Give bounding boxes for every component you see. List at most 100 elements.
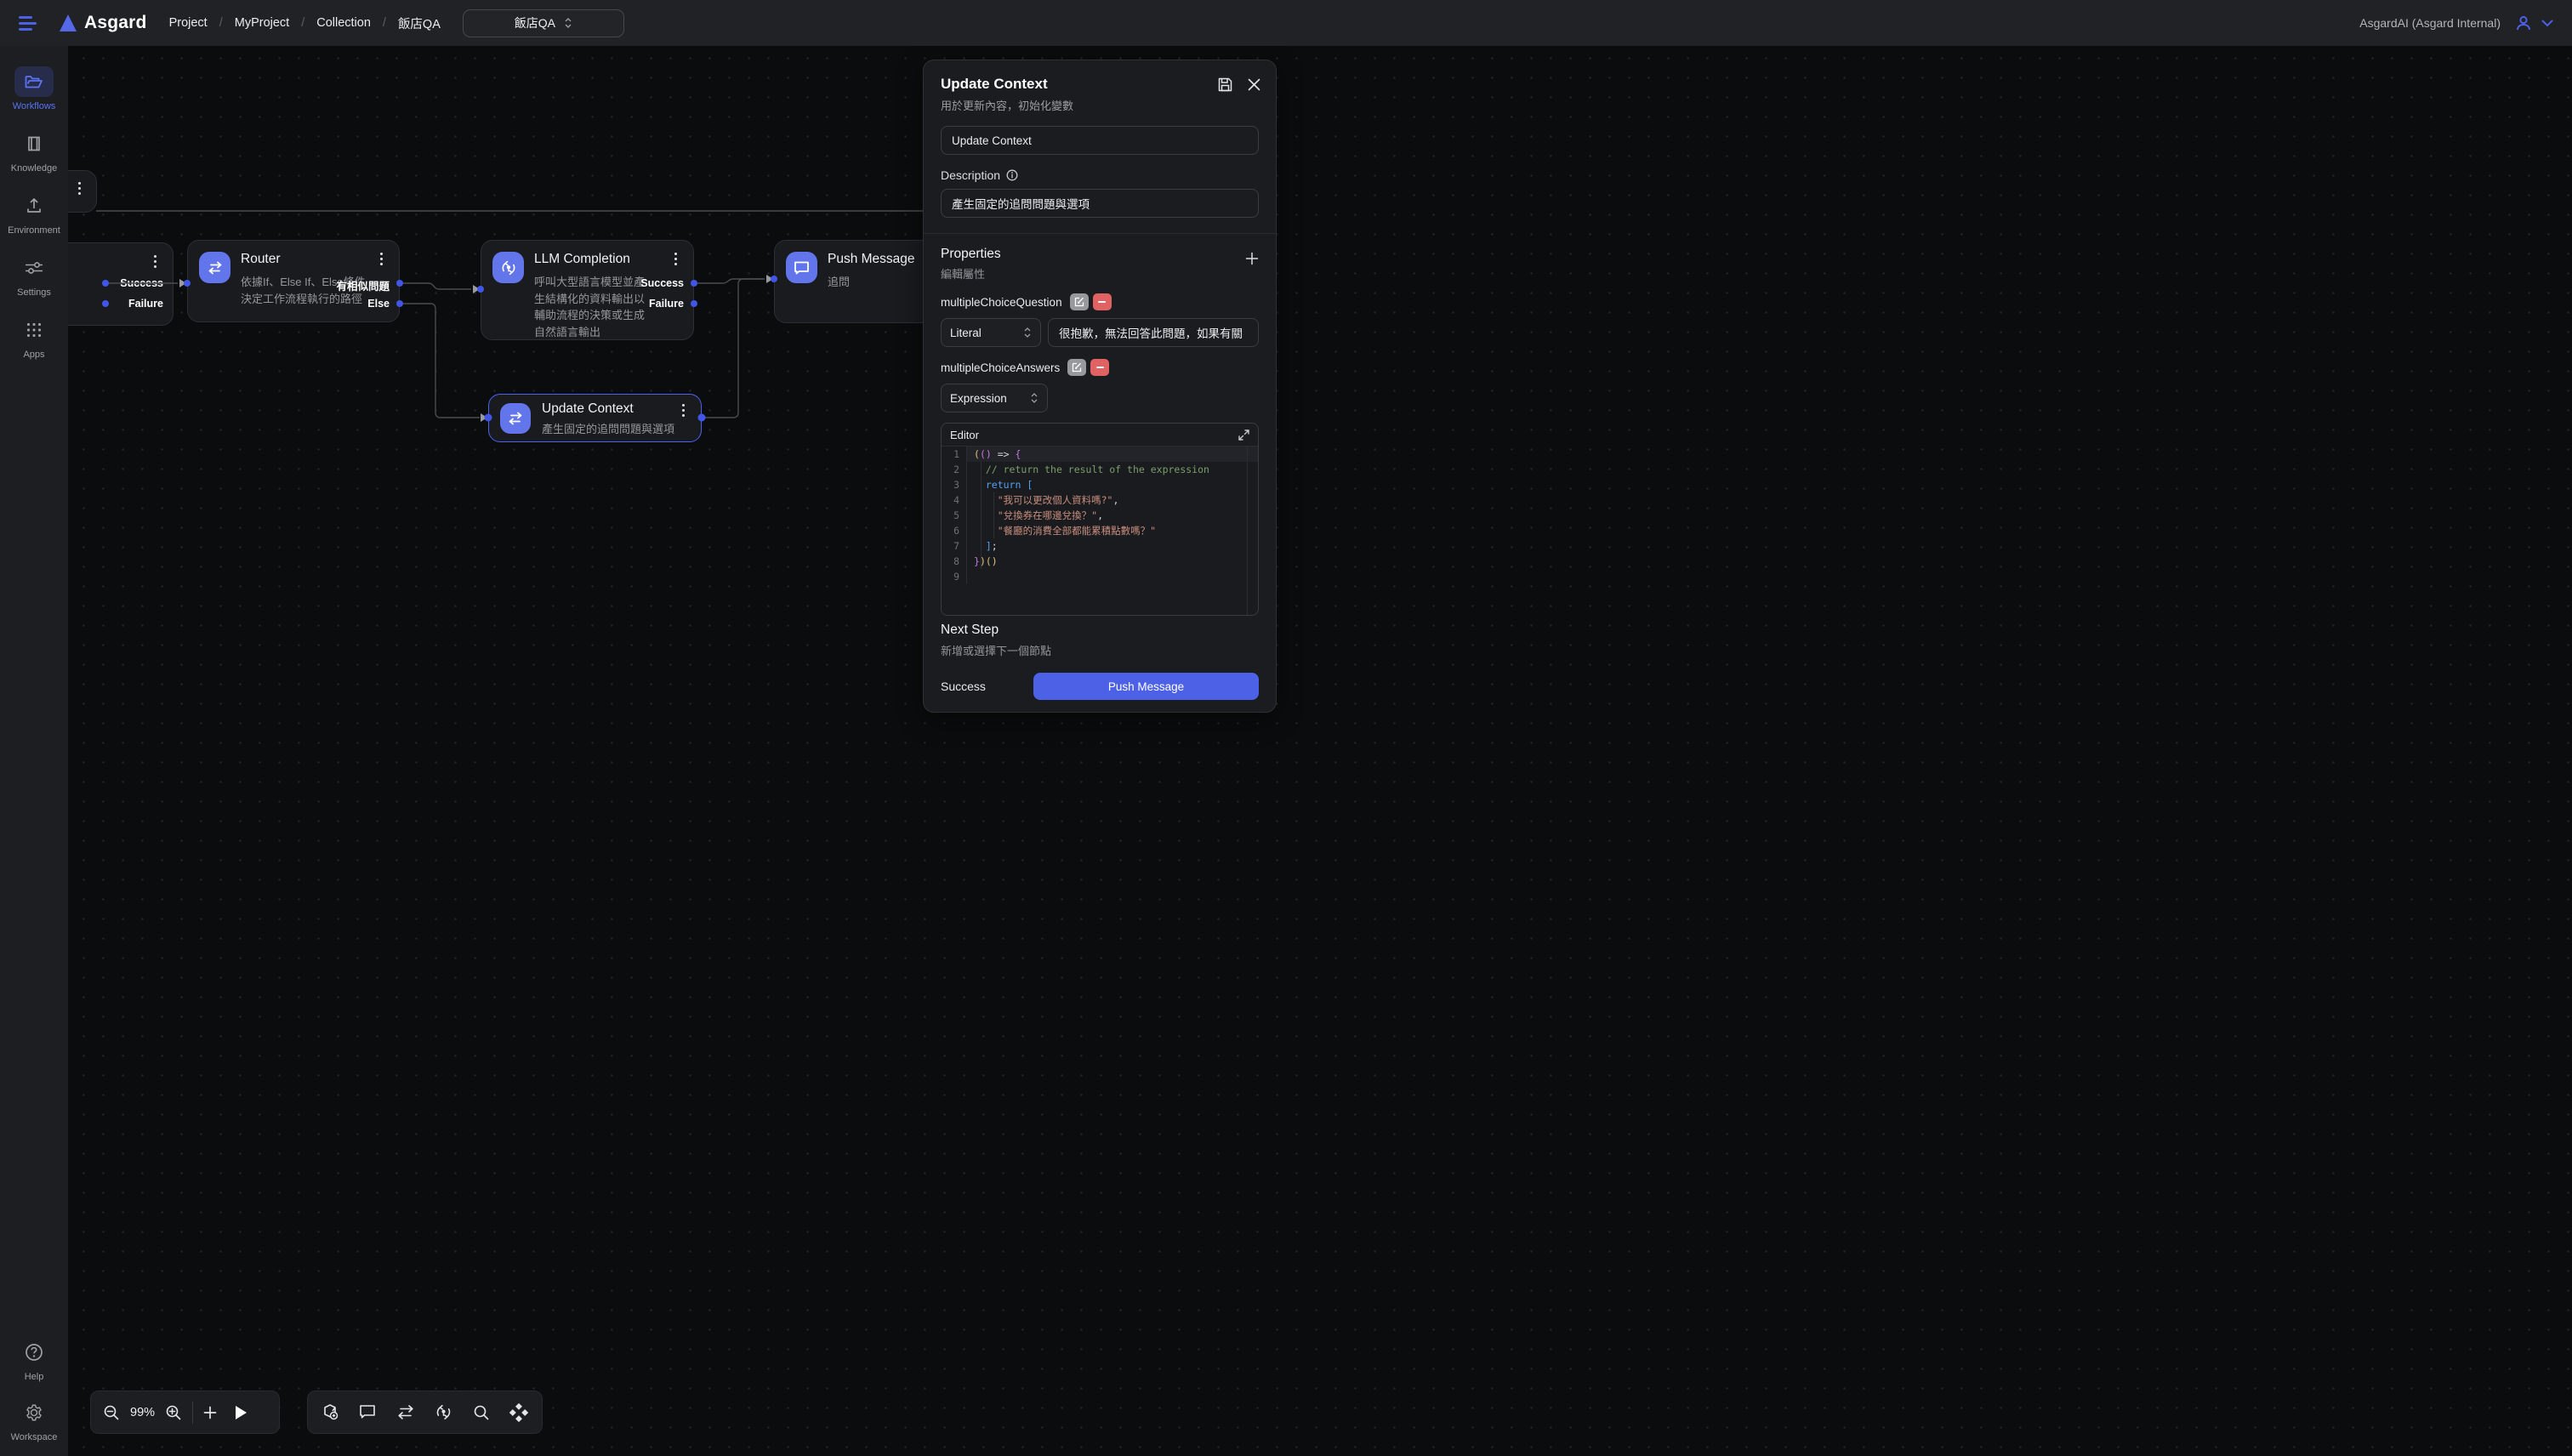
node-menu-icon[interactable]	[669, 253, 682, 265]
sidebar-label: Apps	[23, 350, 44, 360]
sidebar-item-environment[interactable]: Environment	[0, 191, 68, 236]
property-type-select[interactable]: Literal	[941, 318, 1041, 347]
workflow-canvas[interactable]: Success Failure Router 依據If、Else If、Else…	[68, 46, 2572, 1456]
user-icon[interactable]	[2514, 14, 2533, 32]
node-menu-icon[interactable]	[374, 253, 388, 265]
updown-chevron-icon	[1030, 392, 1038, 404]
gear-icon	[14, 1397, 54, 1428]
sidebar-item-workflows[interactable]: Workflows	[0, 66, 68, 111]
edit-property-button[interactable]	[1067, 359, 1086, 376]
node-llm-completion[interactable]: LLM Completion 呼叫大型語言模型並產生結構化的資料輸出以輔助流程的…	[481, 240, 694, 340]
account-name: AsgardAI (Asgard Internal)	[2359, 16, 2501, 30]
swap-icon[interactable]	[396, 1405, 415, 1419]
node-entry[interactable]: Success Failure	[68, 242, 174, 326]
book-icon	[14, 128, 54, 159]
code-line[interactable]: 4 "我可以更改個人資料嗎?",	[942, 492, 1258, 508]
sidebar-item-settings[interactable]: Settings	[0, 253, 68, 298]
folder-icon	[14, 66, 54, 97]
sidebar-label: Workspace	[11, 1432, 58, 1442]
code-line[interactable]: 8})()	[942, 554, 1258, 569]
output-similar[interactable]: 有相似問題	[336, 277, 390, 293]
next-step-subheading: 新增或選擇下一個節點	[941, 642, 1259, 658]
router-icon	[199, 252, 230, 283]
remove-property-button[interactable]	[1090, 359, 1109, 376]
zoom-in-icon[interactable]	[165, 1404, 182, 1421]
expand-icon[interactable]	[1238, 429, 1249, 441]
node-collapsed[interactable]	[68, 170, 97, 213]
account-chevron-down-icon[interactable]	[2541, 20, 2553, 27]
menu-icon[interactable]	[19, 16, 37, 31]
breadcrumb-current[interactable]: 飯店QA	[398, 14, 441, 32]
sidebar-item-knowledge[interactable]: Knowledge	[0, 128, 68, 173]
description-input[interactable]	[941, 189, 1259, 218]
node-menu-icon[interactable]	[676, 404, 690, 417]
property-value-input[interactable]	[1048, 318, 1259, 347]
output-success[interactable]: Success	[120, 277, 163, 289]
run-icon[interactable]	[234, 1405, 248, 1420]
expression-editor: Editor 1(() => {2 // return the result o…	[941, 423, 1259, 616]
arrowhead	[473, 285, 480, 293]
save-icon[interactable]	[1218, 77, 1232, 92]
node-update-context[interactable]: Update Context 產生固定的追問問題與選項	[488, 394, 702, 442]
code-line[interactable]: 5 "兌換券在哪邊兌換？",	[942, 508, 1258, 523]
next-step-heading: Next Step	[941, 623, 1259, 638]
node-properties-panel: Update Context 用於更新內容，初始化變數 Description …	[923, 60, 1277, 713]
code-line[interactable]: 3 return [	[942, 477, 1258, 492]
chat-icon	[786, 252, 817, 283]
code-line[interactable]: 1(() => {	[942, 446, 1258, 462]
node-menu-icon[interactable]	[148, 255, 162, 268]
llm-node-icon[interactable]	[435, 1403, 452, 1421]
output-failure[interactable]: Failure	[649, 298, 684, 310]
output-failure[interactable]: Failure	[128, 298, 163, 310]
sidebar-label: Environment	[8, 225, 60, 236]
zoom-out-icon[interactable]	[103, 1404, 120, 1421]
sidebar-item-help[interactable]: Help	[0, 1337, 68, 1382]
node-router[interactable]: Router 依據If、Else If、Else條件決定工作流程執行的路徑 有相…	[187, 240, 400, 322]
code-line[interactable]: 2 // return the result of the expression	[942, 462, 1258, 477]
arrowhead	[766, 275, 773, 283]
code-area[interactable]: 1(() => {2 // return the result of the e…	[942, 446, 1258, 615]
property-type-select[interactable]: Expression	[941, 384, 1048, 412]
comment-icon[interactable]	[359, 1404, 376, 1420]
output-success[interactable]: Success	[640, 277, 684, 289]
workflow-select[interactable]: 飯店QA	[463, 9, 624, 37]
arrowhead	[179, 279, 186, 287]
panel-title: Update Context	[941, 76, 1259, 93]
edge-update-push	[702, 279, 765, 418]
code-line[interactable]: 6 "餐廳的消費全部都能累積點數嗎？"	[942, 523, 1258, 538]
remove-property-button[interactable]	[1093, 293, 1112, 310]
edit-property-button[interactable]	[1070, 293, 1089, 310]
output-else[interactable]: Else	[367, 298, 390, 310]
panel-subtitle: 用於更新內容，初始化變數	[941, 97, 1259, 113]
topbar: Asgard Project / MyProject / Collection …	[0, 0, 2572, 46]
tag-add-icon[interactable]	[322, 1403, 339, 1421]
code-line[interactable]: 9	[942, 569, 1258, 584]
search-icon[interactable]	[473, 1404, 490, 1421]
node-name-input[interactable]	[941, 126, 1259, 155]
breadcrumb-project[interactable]: Project	[169, 16, 208, 30]
help-icon	[14, 1337, 54, 1368]
node-description: 呼叫大型語言模型並產生結構化的資料輸出以輔助流程的決策或生成自然語言輸出	[534, 274, 653, 340]
breadcrumb-myproject[interactable]: MyProject	[235, 16, 289, 30]
sliders-icon	[14, 253, 54, 283]
push-message-next-button[interactable]: Push Message	[1033, 673, 1259, 700]
node-menu-icon[interactable]	[72, 182, 86, 195]
updown-chevron-icon	[564, 17, 572, 29]
sidebar-item-workspace[interactable]: Workspace	[0, 1397, 68, 1442]
add-property-icon[interactable]	[1245, 252, 1259, 265]
llm-icon	[492, 252, 524, 283]
sidebar-item-apps[interactable]: Apps	[0, 315, 68, 360]
node-title: Router	[241, 252, 389, 267]
code-line[interactable]: 7 ];	[942, 538, 1258, 554]
apps-grid-icon	[14, 315, 54, 345]
move-icon[interactable]	[509, 1403, 528, 1422]
breadcrumb-collection[interactable]: Collection	[316, 16, 371, 30]
zoom-toolbar: 99%	[90, 1391, 280, 1434]
edge-router-update	[400, 304, 480, 418]
close-icon[interactable]	[1248, 77, 1260, 92]
info-icon[interactable]	[1006, 169, 1018, 181]
sidebar-label: Settings	[17, 287, 51, 298]
description-label: Description	[941, 168, 1000, 182]
properties-heading: Properties	[941, 247, 1001, 262]
add-node-icon[interactable]	[203, 1406, 217, 1419]
